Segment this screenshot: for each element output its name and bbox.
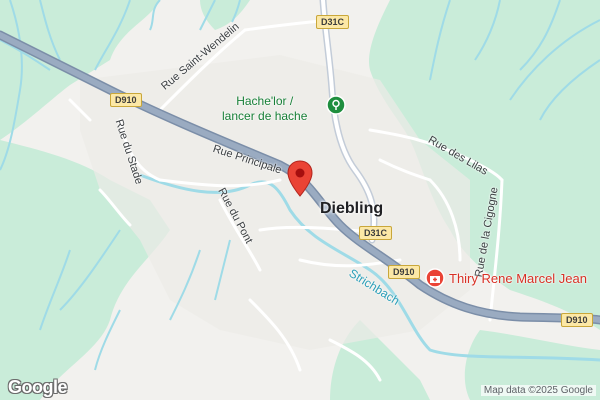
map-pin-icon[interactable]: [287, 160, 313, 198]
google-logo: Google: [8, 377, 68, 397]
activity-poi-icon[interactable]: [326, 95, 346, 115]
road-shield-d910: D910: [561, 313, 593, 327]
poi-hachelor[interactable]: Hache'lor / lancer de hache: [222, 94, 307, 124]
town-label: Diebling: [320, 200, 384, 217]
road-shield-d910: D910: [110, 93, 142, 107]
map-base-layer: [0, 0, 600, 400]
road-shield-d31c: D31C: [316, 15, 350, 29]
medical-poi-icon[interactable]: [425, 268, 445, 288]
poi-thiry-label[interactable]: Thiry Rene Marcel Jean: [449, 271, 587, 286]
road-shield-d31c: D31C: [359, 226, 393, 240]
map-canvas[interactable]: Rue Saint-Wendelin Rue du Stade Rue Prin…: [0, 0, 600, 400]
poi-hachelor-line1: Hache'lor /: [236, 94, 294, 108]
road-shield-d910: D910: [388, 265, 420, 279]
poi-hachelor-line2: lancer de hache: [222, 109, 308, 123]
map-attribution[interactable]: Map data ©2025 Google: [480, 385, 596, 396]
